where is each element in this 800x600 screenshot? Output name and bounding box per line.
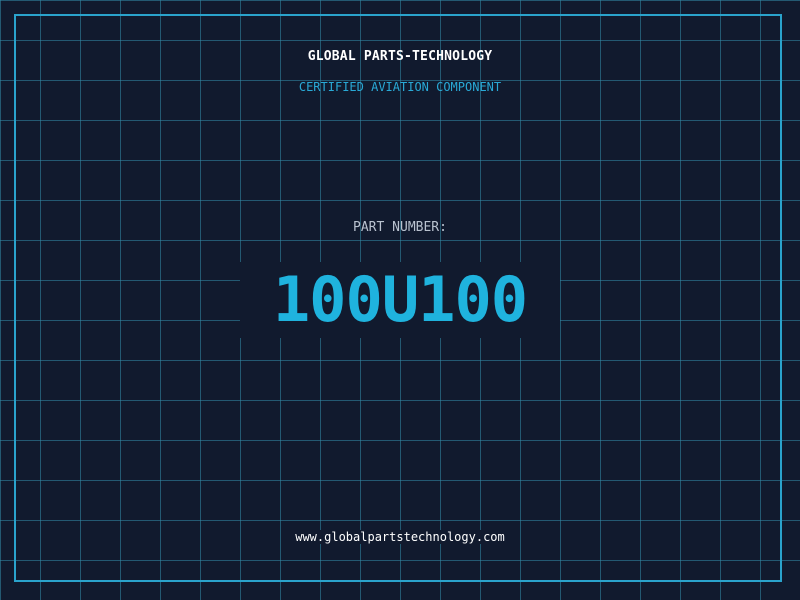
label-canvas: GLOBAL PARTS-TECHNOLOGY CERTIFIED AVIATI…	[0, 0, 800, 600]
website-url: www.globalpartstechnology.com	[293, 530, 507, 544]
certification-tagline: CERTIFIED AVIATION COMPONENT	[298, 80, 502, 94]
part-number-label: PART NUMBER:	[353, 220, 447, 235]
company-name: GLOBAL PARTS-TECHNOLOGY	[307, 49, 493, 64]
website-url-container: www.globalpartstechnology.com	[0, 530, 800, 544]
part-number-value: 100U100	[240, 262, 560, 338]
